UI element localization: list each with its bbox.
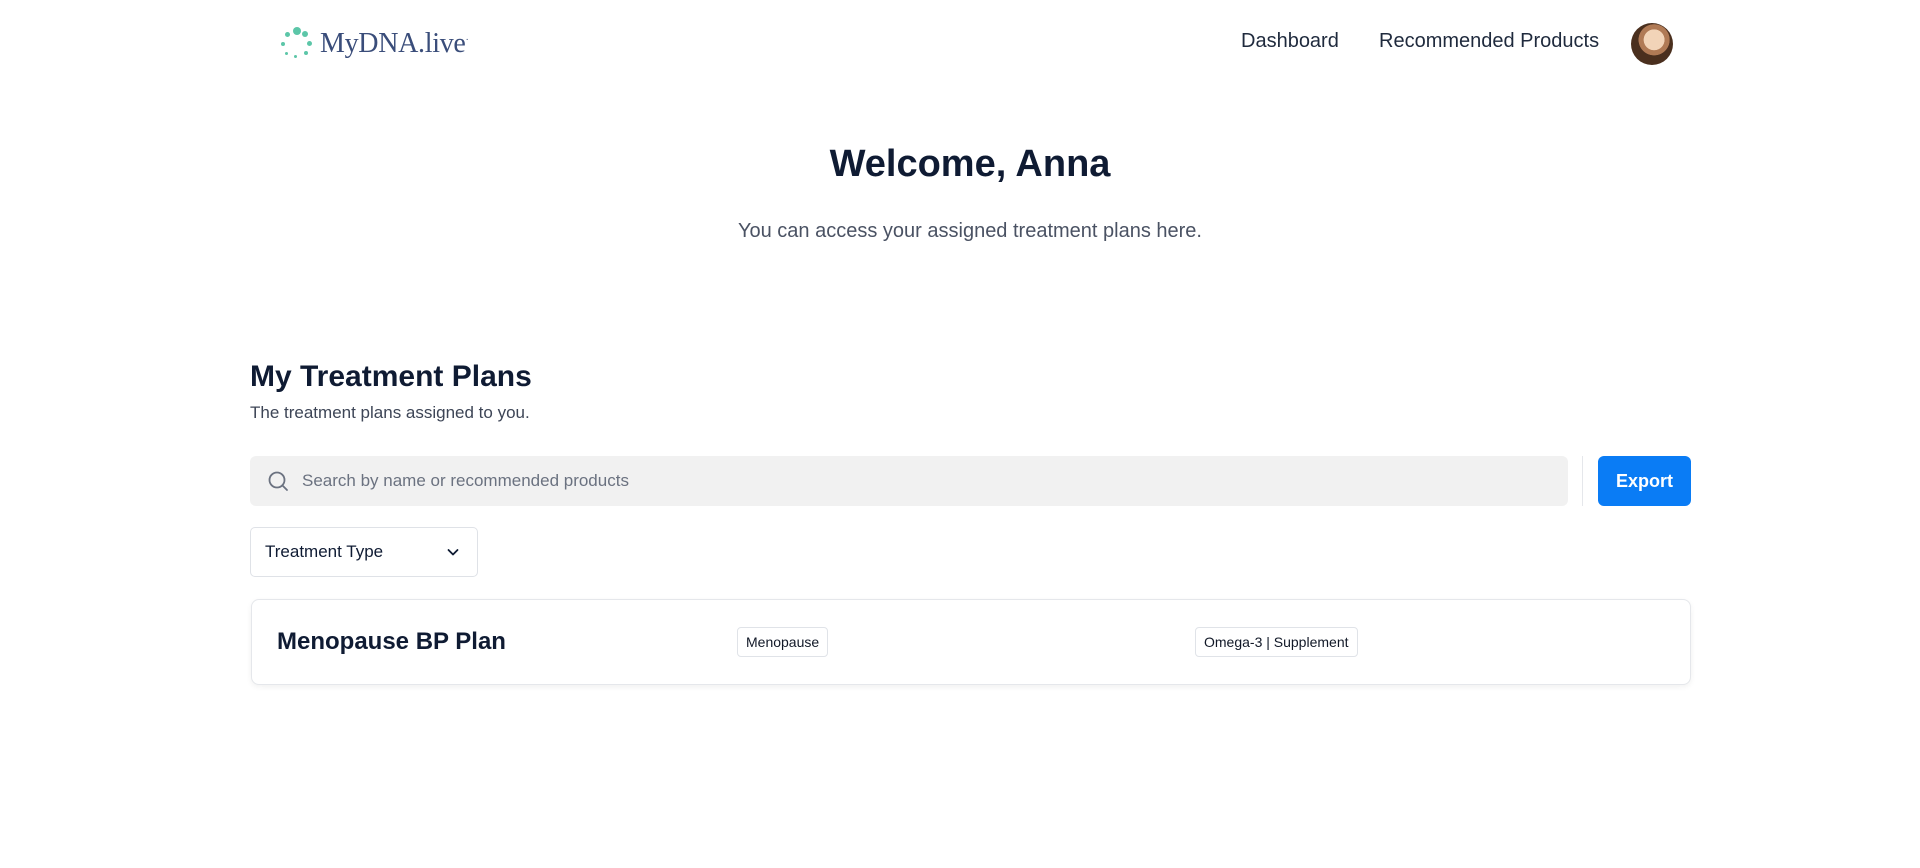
- brand-trademark: ·: [465, 33, 469, 45]
- recommended-products-badge: Omega-3 | Supplement: [1195, 627, 1358, 657]
- brand-name: MyDNA.live: [320, 28, 466, 59]
- treatment-type-badge: Menopause: [737, 627, 829, 657]
- treatment-type-filter-label: Treatment Type: [265, 542, 384, 561]
- user-avatar[interactable]: [1631, 23, 1673, 65]
- welcome-subtitle: You can access your assigned treatment p…: [738, 220, 1202, 242]
- treatment-plans-title: My Treatment Plans: [250, 360, 532, 393]
- nav-dashboard-link[interactable]: Dashboard: [1241, 30, 1339, 53]
- nav-recommended-products-link[interactable]: Recommended Products: [1379, 30, 1599, 53]
- search-bar[interactable]: [250, 456, 1568, 506]
- search-icon: [268, 471, 288, 491]
- brand-logo[interactable]: MyDNA.live ·: [280, 24, 469, 64]
- treatment-type-filter[interactable]: Treatment Type: [250, 527, 478, 577]
- top-header: MyDNA.live · Dashboard Recommended Produ…: [0, 0, 1920, 88]
- logo-dots-icon: [280, 26, 314, 62]
- chevron-down-icon: [447, 549, 459, 556]
- treatment-plans-subtitle: The treatment plans assigned to you.: [250, 403, 530, 422]
- treatment-plan-card[interactable]: Menopause BP Plan Menopause Omega-3 | Su…: [251, 599, 1691, 685]
- welcome-title: Welcome, Anna: [829, 143, 1111, 185]
- search-input[interactable]: [302, 471, 1542, 491]
- toolbar-divider: [1582, 456, 1583, 506]
- plan-name[interactable]: Menopause BP Plan: [277, 628, 506, 656]
- export-button[interactable]: Export: [1598, 456, 1691, 506]
